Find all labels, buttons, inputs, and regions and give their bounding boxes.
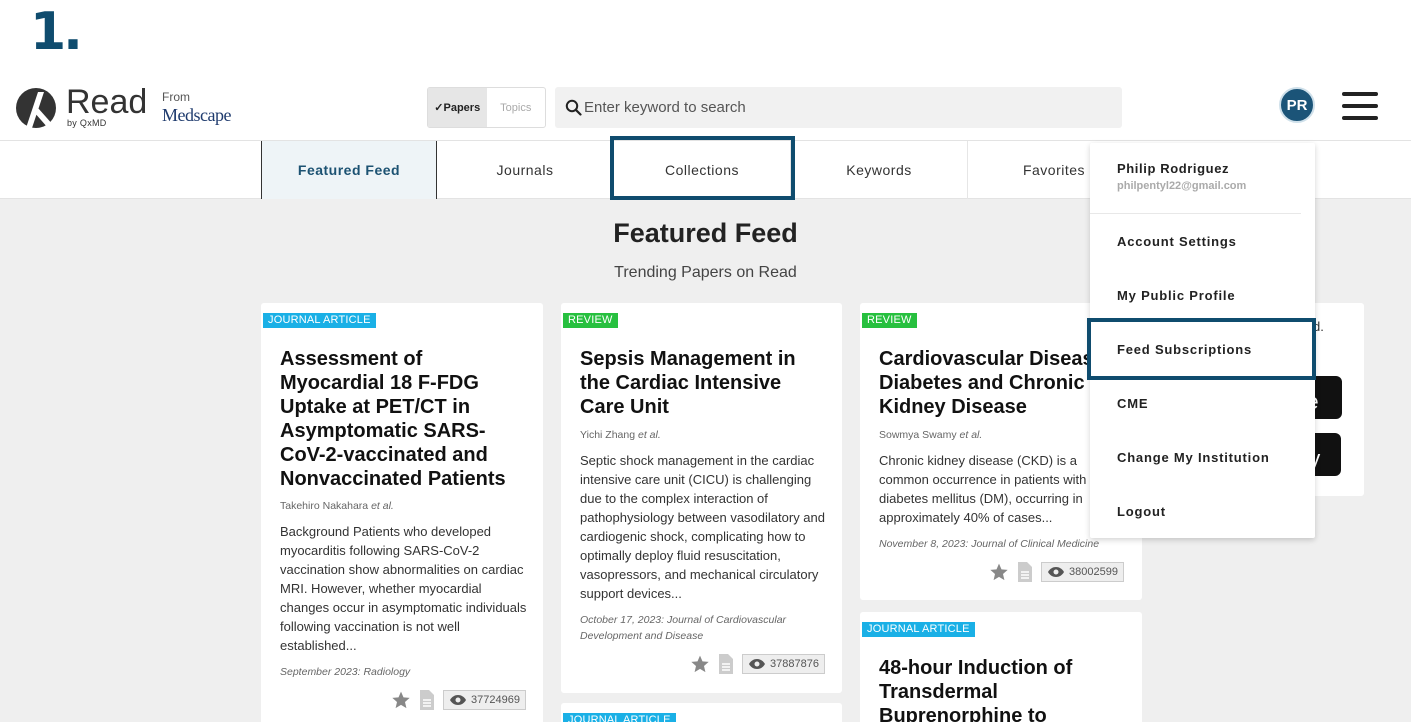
paper-title[interactable]: Assessment of Myocardial 18 F-FDG Uptake… [280,347,530,491]
et-al: et al. [371,500,394,512]
user-name: Philip Rodriguez [1117,161,1230,176]
read-logo-icon [16,88,56,128]
view-count: 37887876 [742,654,825,674]
view-count-value: 37724969 [471,694,520,706]
document-icon[interactable] [1015,561,1035,583]
paper-meta: November 8, 2023: Journal of Clinical Me… [879,538,1100,550]
article-type-badge: REVIEW [563,313,618,328]
paper-card[interactable]: JOURNAL ARTICLE 48-hour Induction of Tra… [860,612,1142,722]
medscape-logo-text: Medscape [162,105,231,125]
paper-card[interactable]: JOURNAL ARTICLE Assessment of Myocardial… [261,303,543,722]
tab-keywords[interactable]: Keywords [791,141,968,199]
star-icon[interactable] [690,654,710,674]
paper-title[interactable]: 48-hour Induction of Transdermal Bupreno… [879,656,1109,722]
document-icon[interactable] [417,689,437,711]
paper-author: Yichi Zhang et al. [580,429,661,441]
menu-item-account-settings[interactable]: Account Settings [1117,234,1237,249]
toggle-papers-label: Papers [443,101,481,114]
toggle-topics-label: Topics [500,101,532,114]
et-al: et al. [637,429,661,441]
view-count: 37724969 [443,690,526,710]
step-number: 1. [30,2,83,62]
author-name: Sowmya Swamy [879,429,957,441]
author-name: Yichi Zhang [580,429,636,441]
view-count: 38002599 [1041,562,1124,582]
article-type-badge: JOURNAL ARTICLE [263,313,376,328]
article-type-badge: JOURNAL ARTICLE [563,713,676,722]
paper-abstract: Septic shock management in the cardiac i… [580,453,826,601]
paper-actions: 37887876 [690,653,825,675]
top-header: 1. Read by QxMD From Medscape ✓ Papers To… [0,0,1411,141]
paper-abstract: Background Patients who developed myocar… [280,524,527,653]
star-icon[interactable] [989,562,1009,582]
toggle-topics[interactable]: Topics [487,88,546,127]
user-email: philpentyl22@gmail.com [1117,180,1247,192]
paper-meta: September 2023: Radiology [280,666,411,678]
hamburger-menu-icon[interactable] [1342,92,1378,120]
tab-journals[interactable]: Journals [437,141,614,199]
toggle-papers[interactable]: ✓ Papers [428,88,487,127]
paper-author: Sowmya Swamy et al. [879,429,982,441]
menu-item-public-profile[interactable]: My Public Profile [1117,288,1235,303]
menu-item-cme[interactable]: CME [1117,396,1148,411]
eye-icon [450,695,466,705]
star-icon[interactable] [391,690,411,710]
search-icon [565,99,582,116]
logo-read-text: Read [66,83,148,121]
view-count-value: 37887876 [770,658,819,670]
menu-item-feed-subscriptions[interactable]: Feed Subscriptions [1117,342,1252,357]
user-avatar[interactable]: PR [1279,87,1315,123]
eye-icon [749,659,765,669]
eye-icon [1048,567,1064,577]
search-input[interactable] [584,99,1104,116]
et-al: et al. [959,429,983,441]
logo-from-text: From [162,90,190,104]
paper-title[interactable]: Sepsis Management in the Cardiac Intensi… [580,347,830,419]
author-name: Takehiro Nakahara [280,500,369,512]
logo-by-text: by QxMD [67,118,107,128]
paper-card[interactable]: REVIEW Sepsis Management in the Cardiac … [561,303,842,693]
document-icon[interactable] [716,653,736,675]
tab-collections[interactable]: Collections [614,141,791,199]
menu-item-logout[interactable]: Logout [1117,504,1166,519]
article-type-badge: JOURNAL ARTICLE [862,622,975,637]
article-type-badge: REVIEW [862,313,917,328]
dropdown-divider [1090,213,1301,214]
paper-author: Takehiro Nakahara et al. [280,500,394,512]
search-type-toggle: ✓ Papers Topics [427,87,546,128]
search-bar [555,87,1122,128]
menu-item-change-institution[interactable]: Change My Institution [1117,450,1270,465]
check-icon: ✓ [434,102,444,114]
tab-featured-feed[interactable]: Featured Feed [261,141,437,199]
app-store-promo: d. the re ay [1297,303,1364,496]
paper-card[interactable]: JOURNAL ARTICLE [561,703,842,722]
paper-actions: 37724969 [391,689,526,711]
view-count-value: 38002599 [1069,566,1118,578]
user-dropdown-menu: Philip Rodriguez philpentyl22@gmail.com … [1090,143,1315,538]
paper-actions: 38002599 [989,561,1124,583]
read-logo[interactable]: Read by QxMD From Medscape [14,83,244,132]
paper-meta: October 17, 2023: Journal of Cardiovascu… [580,614,787,642]
